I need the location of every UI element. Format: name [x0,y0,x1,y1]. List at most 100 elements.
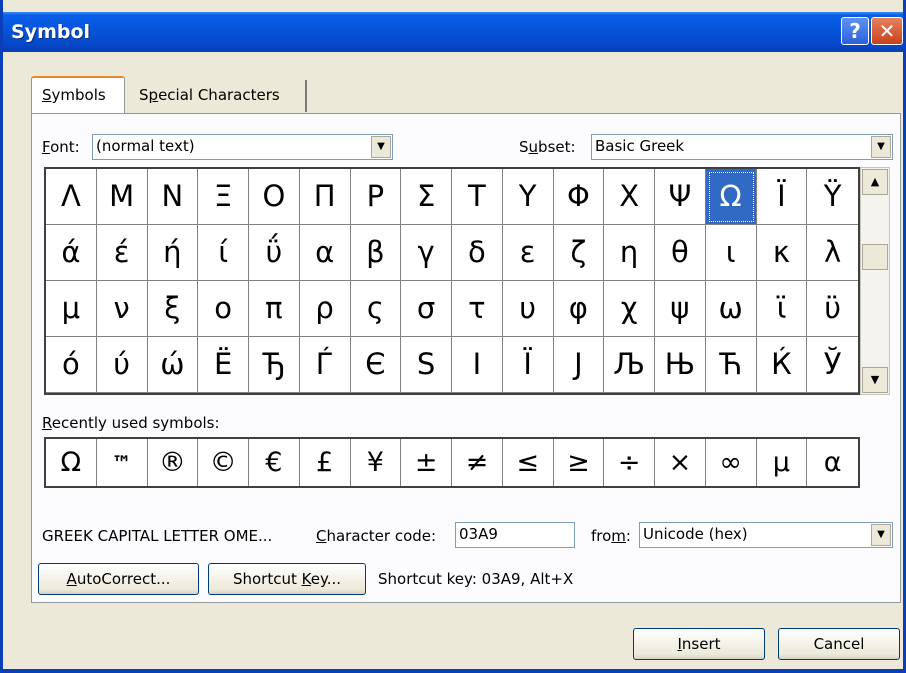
symbol-cell[interactable]: Μ [96,169,148,225]
symbol-grid-scrollbar[interactable]: ▲ ▼ [860,167,890,395]
from-dropdown[interactable]: Unicode (hex) ▼ [639,522,893,548]
recent-symbol-cell[interactable]: € [249,439,300,486]
symbol-cell[interactable]: Ј [553,337,605,393]
symbol-cell[interactable]: ω [705,281,757,337]
scroll-thumb[interactable] [862,244,888,270]
symbol-cell[interactable]: λ [807,225,858,281]
autocorrect-button[interactable]: AutoCorrect... [38,563,199,595]
symbol-cell[interactable]: ΰ [249,225,300,281]
symbol-cell[interactable]: ξ [147,281,199,337]
tab-symbols[interactable]: Symbols [31,76,125,114]
recent-symbol-cell[interactable]: µ [757,439,808,486]
symbol-cell[interactable]: Σ [401,169,452,225]
symbol-cell[interactable]: ά [46,225,97,281]
symbol-cell[interactable]: Π [299,169,351,225]
symbol-cell-selected[interactable]: Ω [705,169,757,225]
recent-symbol-cell[interactable]: ® [148,439,199,486]
chevron-down-icon[interactable]: ▼ [371,136,391,158]
symbol-cell[interactable]: χ [604,281,655,337]
symbol-cell[interactable]: Ё [198,337,249,393]
symbol-cell[interactable]: έ [96,225,148,281]
symbol-cell[interactable]: ε [502,225,554,281]
symbol-cell[interactable]: ϊ [756,281,808,337]
symbol-cell[interactable]: ύ [96,337,148,393]
symbol-cell[interactable]: ό [46,337,97,393]
recent-symbol-cell[interactable]: ∞ [706,439,757,486]
help-button[interactable]: ? [841,17,869,45]
font-dropdown[interactable]: (normal text) ▼ [92,134,393,160]
recent-symbol-cell[interactable]: × [655,439,706,486]
chevron-down-icon[interactable]: ▼ [871,136,891,158]
recent-symbol-cell[interactable]: ¥ [351,439,402,486]
recent-symbol-cell[interactable]: Ω [46,439,97,486]
recent-symbol-cell[interactable]: α [807,439,858,486]
symbol-cell[interactable]: І [452,337,503,393]
symbol-cell[interactable]: ι [705,225,757,281]
symbol-cell[interactable]: γ [401,225,452,281]
symbol-cell[interactable]: Ќ [756,337,808,393]
symbol-cell[interactable]: δ [452,225,503,281]
symbol-cell[interactable]: Χ [604,169,655,225]
symbol-cell[interactable]: μ [46,281,97,337]
symbol-cell[interactable]: Ѓ [299,337,351,393]
symbol-cell[interactable]: Ν [147,169,199,225]
scroll-down-button[interactable]: ▼ [862,367,888,393]
recent-symbol-cell[interactable]: ÷ [604,439,655,486]
symbol-cell[interactable]: Ξ [198,169,249,225]
shortcut-key-button[interactable]: Shortcut Key... [208,563,366,595]
symbol-cell[interactable]: Ѕ [401,337,452,393]
symbol-cell[interactable]: Τ [452,169,503,225]
close-button[interactable]: ✕ [871,17,903,45]
recent-symbol-cell[interactable]: ≠ [452,439,503,486]
symbol-cell[interactable]: ψ [655,281,706,337]
symbol-cell[interactable]: Ћ [705,337,757,393]
symbol-cell[interactable]: Ψ [655,169,706,225]
symbol-cell[interactable]: ο [198,281,249,337]
symbol-cell[interactable]: κ [756,225,808,281]
symbol-cell[interactable]: π [249,281,300,337]
symbol-cell[interactable]: ϋ [807,281,858,337]
recent-symbol-cell[interactable]: © [198,439,249,486]
symbol-cell[interactable]: ζ [553,225,605,281]
tab-special-characters[interactable]: Special Characters [127,80,307,112]
symbol-cell[interactable]: Њ [655,337,706,393]
symbol-cell[interactable]: φ [553,281,605,337]
symbol-cell[interactable]: Ϋ [807,169,858,225]
symbol-cell[interactable]: ν [96,281,148,337]
symbol-cell[interactable]: Ο [249,169,300,225]
recent-symbols-grid[interactable]: Ω ™ ® © € £ ¥ ± ≠ ≤ ≥ ÷ × ∞ µ α [44,437,860,488]
symbol-cell[interactable]: Ї [502,337,554,393]
symbol-cell[interactable]: υ [502,281,554,337]
symbol-cell[interactable]: Є [350,337,402,393]
recent-symbol-cell[interactable]: ± [401,439,452,486]
symbol-cell[interactable]: θ [655,225,706,281]
symbol-cell[interactable]: Φ [553,169,605,225]
chevron-down-icon[interactable]: ▼ [871,524,891,546]
symbol-grid[interactable]: ΛΜΝΞΟΠΡΣΤΥΦΧΨΩΪΫάέήίΰαβγδεζηθικλ μνξοπρςσ… [44,167,860,395]
recent-symbol-cell[interactable]: £ [300,439,351,486]
symbol-cell[interactable]: ρ [299,281,351,337]
symbol-cell[interactable]: σ [401,281,452,337]
symbol-cell[interactable]: Ϊ [756,169,808,225]
symbol-cell[interactable]: Ђ [249,337,300,393]
scroll-up-button[interactable]: ▲ [862,169,888,195]
symbol-cell[interactable]: τ [452,281,503,337]
recent-symbol-cell[interactable]: ≤ [503,439,554,486]
symbol-cell[interactable]: Λ [46,169,97,225]
symbol-cell[interactable]: α [299,225,351,281]
symbol-cell[interactable]: η [604,225,655,281]
symbol-cell[interactable]: Υ [502,169,554,225]
symbol-cell[interactable]: ί [198,225,249,281]
recent-symbol-cell[interactable]: ™ [97,439,148,486]
title-bar[interactable]: Symbol ? ✕ [3,12,903,52]
symbol-cell[interactable]: Ў [807,337,858,393]
subset-dropdown[interactable]: Basic Greek ▼ [591,134,893,160]
symbol-cell[interactable]: ώ [147,337,199,393]
insert-button[interactable]: Insert [633,628,765,660]
symbol-cell[interactable]: β [350,225,402,281]
character-code-input[interactable]: 03A9 [455,522,575,548]
symbol-cell[interactable]: Ρ [350,169,402,225]
symbol-cell[interactable]: ς [350,281,402,337]
symbol-cell[interactable]: ή [147,225,199,281]
recent-symbol-cell[interactable]: ≥ [554,439,605,486]
